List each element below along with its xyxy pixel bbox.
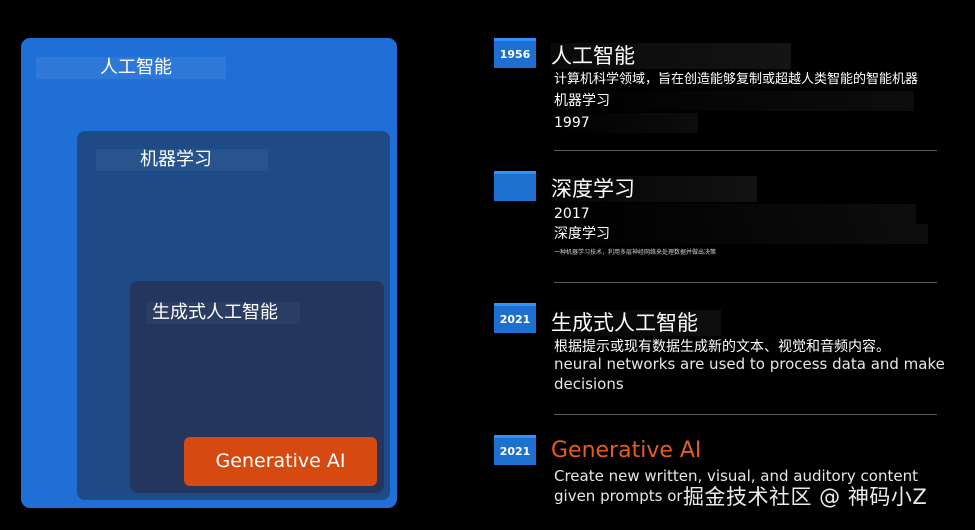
timeline-title-genai-zh: 生成式人工智能: [551, 310, 721, 336]
timeline-genai-en-line-1: Create new written, visual, and auditory…: [554, 467, 918, 485]
timeline-title-generative-ai: Generative AI: [551, 438, 702, 463]
timeline-title-dl: 深度学习: [551, 176, 757, 202]
timeline-divider: [554, 150, 937, 151]
year-badge-2021-b: 2021: [494, 435, 536, 465]
timeline-genai-zh-line-3: decisions: [554, 375, 624, 393]
genai-box-label: 生成式人工智能: [146, 302, 300, 324]
ml-box-label: 机器学习: [96, 149, 268, 171]
timeline-dl-line-1: 2017: [554, 204, 916, 224]
timeline-ai-line-2: 机器学习: [554, 91, 914, 111]
timeline-divider: [554, 282, 937, 283]
watermark-text: 掘金技术社区 @ 神码小Z: [683, 485, 928, 509]
timeline-divider: [554, 414, 937, 415]
timeline-title-ai: 人工智能: [551, 43, 791, 69]
generative-ai-pill: Generative AI: [184, 437, 377, 486]
timeline-dl-line-3: 一种机器学习技术，利用多层神经网络来处理数据并做出决策: [554, 249, 717, 256]
year-badge-blank: [494, 171, 536, 201]
timeline-genai-zh-line-2: neural networks are used to process data…: [554, 355, 945, 373]
timeline-dl-line-2: 深度学习: [554, 224, 928, 244]
ai-box-label: 人工智能: [36, 57, 226, 79]
year-badge-1956: 1956: [494, 38, 536, 68]
timeline-genai-en-line-2: given prompts or: [554, 487, 683, 505]
timeline-ai-line-3: 1997: [554, 113, 698, 133]
year-badge-2021-a: 2021: [494, 303, 536, 333]
timeline-ai-desc: 计算机科学领域，旨在创造能够复制或超越人类智能的智能机器: [554, 72, 919, 87]
